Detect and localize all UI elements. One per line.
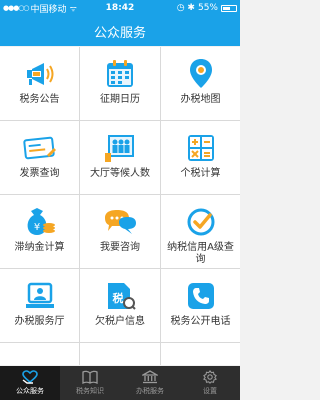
tab-public-service[interactable]: 公众服务 <box>0 366 60 400</box>
tax-arrears-icon: 税 <box>102 279 138 313</box>
grid-item-partial[interactable] <box>80 343 160 365</box>
grid-item-credit-a-query[interactable]: 纳税信用A级查询 <box>161 195 240 268</box>
phone-icon <box>183 279 219 313</box>
tab-label: 办税服务 <box>136 387 164 395</box>
grid-item-partial[interactable] <box>161 343 240 365</box>
grid-item-label: 税务公开电话 <box>170 316 231 327</box>
grid-item-tax-calendar[interactable]: 征期日历 <box>80 47 160 120</box>
grid-item-label: 大厅等候人数 <box>90 168 150 179</box>
grid-item-label: 征期日历 <box>100 94 140 105</box>
grid-item-partial[interactable] <box>0 343 79 365</box>
status-time: 18:42 <box>105 3 135 13</box>
nav-bar: 公众服务 <box>0 16 240 46</box>
grid-item-label: 我要咨询 <box>100 242 140 253</box>
page-title: 公众服务 <box>93 25 146 41</box>
grid-item-label: 欠税户信息 <box>95 316 145 327</box>
svg-text:税: 税 <box>113 291 124 305</box>
grid-item-label: 纳税信用A级查询 <box>167 242 234 265</box>
chat-icon <box>102 205 138 239</box>
status-bar: ●●●○○ 中国移动 ᯤ 18:42 ◷ ✱ 55% <box>0 0 240 16</box>
check-badge-icon <box>183 205 219 239</box>
grid-item-service-hall[interactable]: 办税服务厅 <box>0 269 79 342</box>
grid-item-label: 滞纳金计算 <box>14 242 65 253</box>
heart-hands-icon <box>22 370 38 384</box>
building-icon <box>142 370 158 384</box>
svg-text:¥: ¥ <box>33 222 39 233</box>
tab-label: 设置 <box>203 387 217 395</box>
queue-icon <box>102 131 138 165</box>
tab-settings[interactable]: 设置 <box>180 366 240 400</box>
grid-item-label: 发票查询 <box>19 168 60 179</box>
grid-item-hall-queue[interactable]: 大厅等候人数 <box>80 121 160 194</box>
grid-item-label: 办税地图 <box>180 94 221 105</box>
grid-item-income-tax-calc[interactable]: 个税计算 <box>161 121 240 194</box>
book-icon <box>82 370 98 384</box>
grid-item-label: 税务公告 <box>19 94 60 105</box>
grid-item-consult[interactable]: 我要咨询 <box>80 195 160 268</box>
battery-icon <box>221 4 237 12</box>
grid-item-late-fee-calc[interactable]: ¥ 滞纳金计算 <box>0 195 79 268</box>
grid-item-tax-arrears[interactable]: 税 欠税户信息 <box>80 269 160 342</box>
grid-item-public-phone[interactable]: 税务公开电话 <box>161 269 240 342</box>
money-bag-icon: ¥ <box>22 205 58 239</box>
grid-item-label: 个税计算 <box>180 168 221 179</box>
megaphone-icon <box>22 57 58 91</box>
service-grid: 税务公告 征期日历 办税地图 发票查询 大厅等候人数 个税计算 ¥ 滞纳金计算 … <box>0 47 240 365</box>
tab-tax-service[interactable]: 办税服务 <box>120 366 180 400</box>
calendar-icon <box>102 57 138 91</box>
service-hall-icon <box>22 279 58 313</box>
tab-label: 税务知识 <box>76 387 104 395</box>
tab-label: 公众服务 <box>16 387 44 395</box>
calculator-icon <box>183 131 219 165</box>
map-pin-icon <box>183 57 219 91</box>
tab-bar: 公众服务 税务知识 办税服务 设置 <box>0 366 240 400</box>
tab-tax-knowledge[interactable]: 税务知识 <box>60 366 120 400</box>
gear-icon <box>203 370 217 384</box>
grid-item-invoice-query[interactable]: 发票查询 <box>0 121 79 194</box>
grid-item-label: 办税服务厅 <box>14 316 65 327</box>
grid-item-tax-notices[interactable]: 税务公告 <box>0 47 79 120</box>
grid-item-tax-map[interactable]: 办税地图 <box>161 47 240 120</box>
invoice-icon <box>22 131 58 165</box>
